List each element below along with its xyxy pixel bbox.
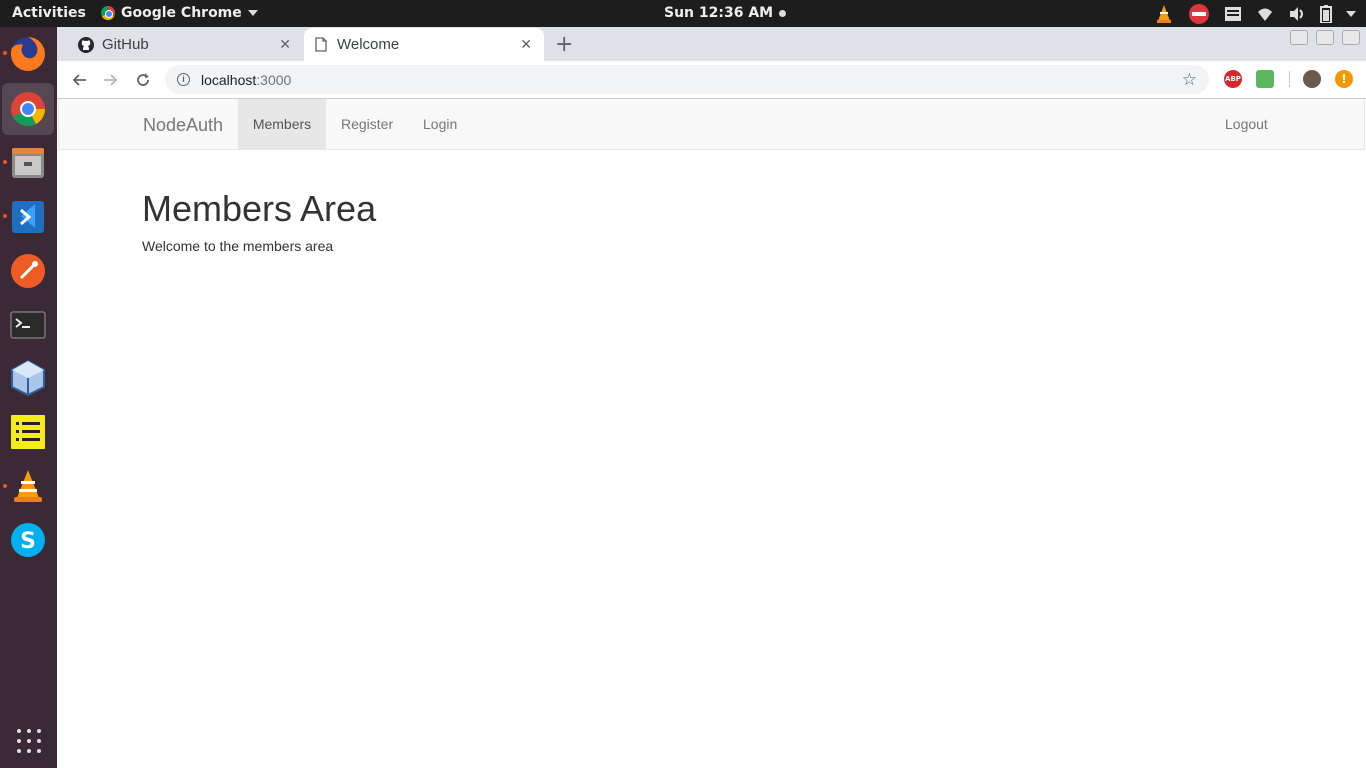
- clock[interactable]: Sun 12:36 AM: [664, 5, 787, 21]
- running-indicator: [3, 51, 7, 55]
- volume-icon[interactable]: [1288, 6, 1306, 22]
- dock: S: [0, 27, 57, 768]
- url-host: localhost: [201, 71, 257, 88]
- update-alert-icon[interactable]: !: [1335, 70, 1353, 88]
- chevron-down-icon: [247, 10, 258, 16]
- notes-icon[interactable]: [9, 413, 47, 451]
- notification-dot-icon: [779, 9, 787, 17]
- clock-label: Sun 12:36 AM: [664, 5, 774, 21]
- page-icon: [313, 37, 329, 53]
- nav-login[interactable]: Login: [409, 99, 471, 149]
- toolbar-divider: [1289, 71, 1290, 87]
- address-bar[interactable]: i localhost:3000 ☆: [165, 65, 1209, 94]
- site-info-icon[interactable]: i: [177, 73, 190, 86]
- bookmark-star-icon[interactable]: ☆: [1182, 70, 1197, 90]
- adblock-plus-icon[interactable]: ABP: [1224, 70, 1242, 88]
- main-content: Members Area Welcome to the members area: [142, 187, 376, 254]
- show-applications-icon[interactable]: [17, 729, 41, 753]
- system-tray[interactable]: [1154, 3, 1356, 24]
- tab-strip: GitHub ✕ Welcome ✕ +: [57, 27, 1366, 61]
- forward-button[interactable]: [100, 69, 122, 91]
- close-window-button[interactable]: [1342, 30, 1360, 45]
- tab-title: Welcome: [337, 36, 400, 53]
- nav-members[interactable]: Members: [238, 99, 326, 149]
- url-port: :3000: [256, 71, 292, 88]
- new-tab-button[interactable]: +: [555, 32, 573, 57]
- running-indicator: [3, 484, 7, 488]
- profile-avatar[interactable]: [1303, 70, 1321, 88]
- close-tab-icon[interactable]: ✕: [520, 36, 532, 53]
- svg-text:S: S: [20, 529, 36, 554]
- do-not-disturb-icon[interactable]: [1188, 3, 1210, 25]
- postman-icon[interactable]: [9, 252, 47, 290]
- activities-button[interactable]: Activities: [12, 5, 86, 21]
- github-icon: [78, 36, 94, 53]
- site-navbar: NodeAuth Members Register Login Logout: [58, 99, 1365, 150]
- vlc-icon[interactable]: [9, 467, 47, 505]
- system-top-bar: Activities Google Chrome Sun 12:36 AM: [0, 0, 1366, 27]
- back-button[interactable]: [68, 69, 90, 91]
- app-menu[interactable]: Google Chrome: [101, 5, 258, 21]
- browser-toolbar: i localhost:3000 ☆ ABP !: [57, 61, 1366, 99]
- running-indicator: [3, 214, 7, 218]
- welcome-text: Welcome to the members area: [142, 238, 334, 254]
- terminal-icon[interactable]: [9, 306, 47, 344]
- system-menu-chevron-icon[interactable]: [1346, 10, 1356, 17]
- battery-icon[interactable]: [1320, 4, 1332, 23]
- vscode-icon[interactable]: [9, 198, 47, 236]
- site-brand[interactable]: NodeAuth: [143, 115, 223, 136]
- files-icon[interactable]: [9, 144, 47, 182]
- running-indicator: [3, 160, 7, 164]
- wifi-icon[interactable]: [1256, 6, 1274, 22]
- browser-window: GitHub ✕ Welcome ✕ + i localhost:3000 ☆: [57, 27, 1366, 768]
- maximize-window-button[interactable]: [1316, 30, 1334, 45]
- firefox-icon[interactable]: [9, 35, 47, 73]
- close-tab-icon[interactable]: ✕: [279, 36, 291, 53]
- skype-icon[interactable]: S: [9, 521, 47, 559]
- page-title: Members Area: [142, 188, 377, 229]
- vlc-tray-icon[interactable]: [1154, 4, 1174, 24]
- tab-welcome[interactable]: Welcome ✕: [304, 28, 544, 61]
- web-page: NodeAuth Members Register Login Logout M…: [57, 99, 1366, 768]
- nav-register[interactable]: Register: [327, 99, 407, 149]
- extension-icon[interactable]: [1256, 70, 1274, 88]
- tab-github[interactable]: GitHub ✕: [69, 28, 303, 61]
- reload-button[interactable]: [132, 69, 154, 91]
- chrome-icon[interactable]: [9, 90, 47, 128]
- minimize-window-button[interactable]: [1290, 30, 1308, 45]
- keyboard-icon[interactable]: [1224, 6, 1242, 22]
- app-menu-label: Google Chrome: [121, 5, 242, 21]
- chrome-icon: [101, 6, 115, 20]
- virtualbox-icon[interactable]: [9, 359, 47, 397]
- tab-title: GitHub: [102, 36, 149, 53]
- nav-logout[interactable]: Logout: [1211, 99, 1282, 149]
